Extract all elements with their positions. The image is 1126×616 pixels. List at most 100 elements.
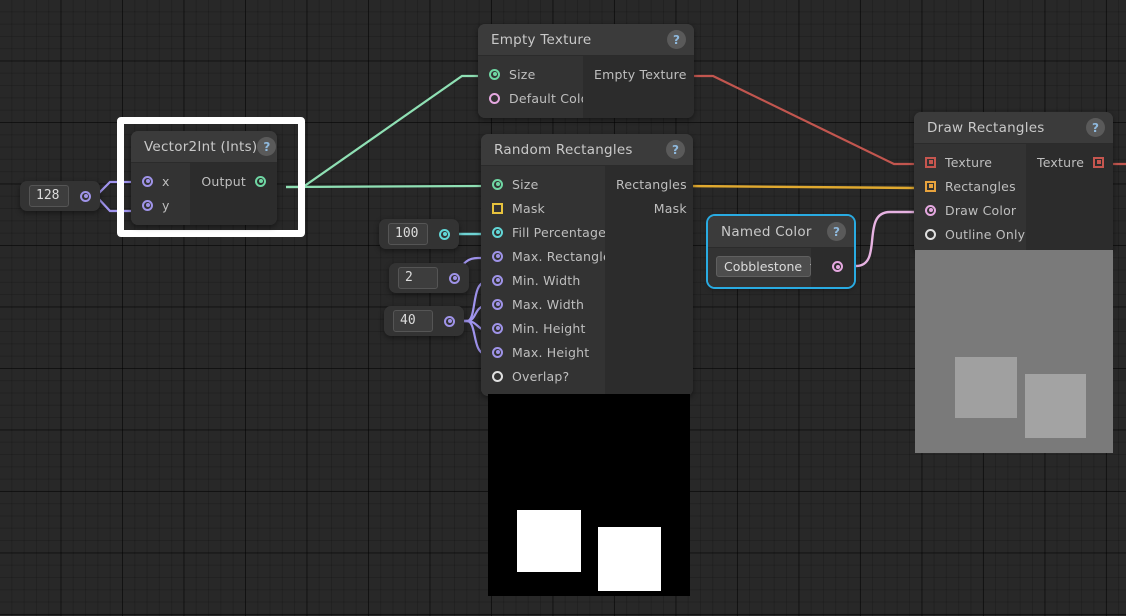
port-row-default-color[interactable]: Default Color [478, 86, 594, 110]
input-port-y[interactable] [142, 199, 153, 211]
node-draw-rectangles-title: Draw Rectangles [927, 119, 1045, 136]
port-row-rectangles-in[interactable]: Rectangles [914, 174, 1026, 198]
help-icon[interactable]: ? [667, 30, 686, 49]
node-empty-texture-outputs: Empty Texture [583, 56, 694, 118]
node-draw-rectangles[interactable]: Draw Rectangles ? Texture Rectangles Dra… [914, 112, 1113, 254]
output-port-named-color[interactable] [832, 261, 843, 272]
input-label-draw-color: Draw Color [945, 202, 1017, 218]
preview-rect-1 [954, 356, 1017, 419]
node-vector2int-inputs: x y [131, 163, 191, 225]
node-vector2int-body: x y Output [131, 163, 277, 225]
node-draw-rectangles-outputs: Texture [1026, 144, 1113, 254]
input-port-rectangles[interactable] [925, 180, 936, 192]
node-draw-rectangles-body: Texture Rectangles Draw Color Outline On… [914, 144, 1113, 254]
output-port-texture[interactable] [1093, 156, 1105, 168]
port-row-fill-percentage[interactable]: Fill Percentage [481, 220, 606, 244]
node-named-color[interactable]: Named Color ? Cobblestone [708, 216, 854, 287]
port-row-y[interactable]: y [131, 193, 190, 217]
value-input-100[interactable]: 100 [388, 223, 428, 245]
value-input-128[interactable]: 128 [29, 185, 69, 207]
port-row-max-rectangles[interactable]: Max. Rectangles [481, 244, 617, 268]
node-named-color-inputs: Cobblestone [708, 248, 821, 287]
input-port-size[interactable] [489, 68, 500, 80]
input-port-min-width[interactable] [492, 274, 503, 286]
input-label-max-height: Max. Height [512, 344, 590, 360]
value-output-port-100[interactable] [439, 228, 450, 240]
node-empty-texture-header[interactable]: Empty Texture ? [478, 24, 694, 56]
node-random-rectangles-header[interactable]: Random Rectangles ? [481, 134, 693, 166]
node-named-color-header[interactable]: Named Color ? [708, 216, 854, 248]
value-output-port-128[interactable] [80, 190, 91, 202]
node-vector2int-outputs: Output [190, 163, 277, 225]
help-icon[interactable]: ? [827, 222, 846, 241]
help-icon[interactable]: ? [666, 140, 685, 159]
input-port-fill-percentage[interactable] [492, 226, 503, 238]
port-row-named-color-out[interactable] [811, 256, 854, 277]
port-row-size[interactable]: Size [481, 172, 605, 196]
value-node-40[interactable]: 40 [384, 306, 464, 336]
help-icon[interactable]: ? [1086, 118, 1105, 137]
edge-vector-output-to-random-rectangles-size [285, 184, 482, 189]
value-input-40[interactable]: 40 [393, 310, 433, 332]
node-empty-texture[interactable]: Empty Texture ? Size Default Color Empty… [478, 24, 694, 118]
output-label-texture: Texture [1037, 154, 1085, 170]
input-port-max-height[interactable] [492, 346, 503, 358]
input-port-min-height[interactable] [492, 322, 503, 334]
node-empty-texture-title: Empty Texture [491, 31, 592, 48]
draw-rectangles-preview-canvas [915, 250, 1113, 453]
output-port-output[interactable] [255, 175, 266, 187]
named-color-dropdown-value: Cobblestone [724, 259, 803, 274]
node-vector2int-header[interactable]: Vector2Int (Ints) ? [131, 131, 277, 163]
input-port-default-color[interactable] [489, 92, 500, 104]
port-row-mask-out[interactable]: Mask [605, 196, 693, 220]
node-draw-rectangles-header[interactable]: Draw Rectangles ? [914, 112, 1113, 144]
value-output-port-2[interactable] [449, 272, 460, 284]
port-row-overlap[interactable]: Overlap? [481, 364, 605, 388]
node-random-rectangles[interactable]: Random Rectangles ? Size Mask Fill Perce… [481, 134, 693, 396]
input-label-size: Size [509, 66, 536, 82]
port-row-min-height[interactable]: Min. Height [481, 316, 605, 340]
port-row-max-height[interactable]: Max. Height [481, 340, 605, 364]
input-label-fill-percentage: Fill Percentage [512, 224, 606, 240]
named-color-dropdown[interactable]: Cobblestone [716, 256, 821, 277]
input-label-y: y [162, 197, 170, 213]
port-row-mask[interactable]: Mask [481, 196, 605, 220]
node-random-rectangles-body: Size Mask Fill Percentage Max. Rectangle… [481, 166, 693, 396]
value-output-port-40[interactable] [444, 315, 455, 327]
port-row-texture-in[interactable]: Texture [914, 150, 1026, 174]
port-row-size[interactable]: Size [478, 62, 583, 86]
input-port-max-rectangles[interactable] [492, 250, 503, 262]
input-port-texture[interactable] [925, 156, 936, 168]
port-row-output[interactable]: Output [190, 169, 277, 193]
value-node-2[interactable]: 2 [389, 263, 469, 293]
random-rectangles-preview-canvas [488, 394, 690, 596]
input-port-size[interactable] [492, 178, 503, 190]
value-node-128[interactable]: 128 [20, 181, 100, 211]
port-row-min-width[interactable]: Min. Width [481, 268, 605, 292]
node-graph-canvas[interactable]: 128 100 2 40 Vector2Int (Ints) ? x y Out… [0, 0, 1126, 616]
port-row-draw-color[interactable]: Draw Color [914, 198, 1026, 222]
input-port-x[interactable] [142, 175, 153, 187]
value-input-2[interactable]: 2 [398, 267, 438, 289]
port-row-rectangles-out[interactable]: Rectangles [605, 172, 693, 196]
input-port-outline-only[interactable] [925, 228, 936, 240]
input-port-overlap[interactable] [492, 370, 503, 382]
value-node-100[interactable]: 100 [379, 219, 459, 249]
input-port-draw-color[interactable] [925, 204, 936, 216]
node-vector2int[interactable]: Vector2Int (Ints) ? x y Output [131, 131, 277, 225]
edge-empty-texture-to-draw-rectangles-texture [690, 74, 918, 166]
port-row-outline-only[interactable]: Outline Only? [914, 222, 1032, 246]
node-empty-texture-body: Size Default Color Empty Texture [478, 56, 694, 118]
port-row-max-width[interactable]: Max. Width [481, 292, 605, 316]
port-row-empty-texture-out[interactable]: Empty Texture [583, 62, 694, 86]
port-row-texture-out[interactable]: Texture [1026, 150, 1113, 174]
preview-rect-2 [598, 527, 661, 591]
port-row-x[interactable]: x [131, 169, 190, 193]
input-port-mask[interactable] [492, 202, 503, 214]
input-label-default-color: Default Color [509, 90, 594, 106]
named-color-dropdown-row[interactable]: Cobblestone [708, 256, 821, 277]
input-port-max-width[interactable] [492, 298, 503, 310]
random-rectangles-preview [488, 394, 690, 596]
help-icon[interactable]: ? [257, 137, 277, 156]
node-empty-texture-inputs: Size Default Color [478, 56, 594, 118]
